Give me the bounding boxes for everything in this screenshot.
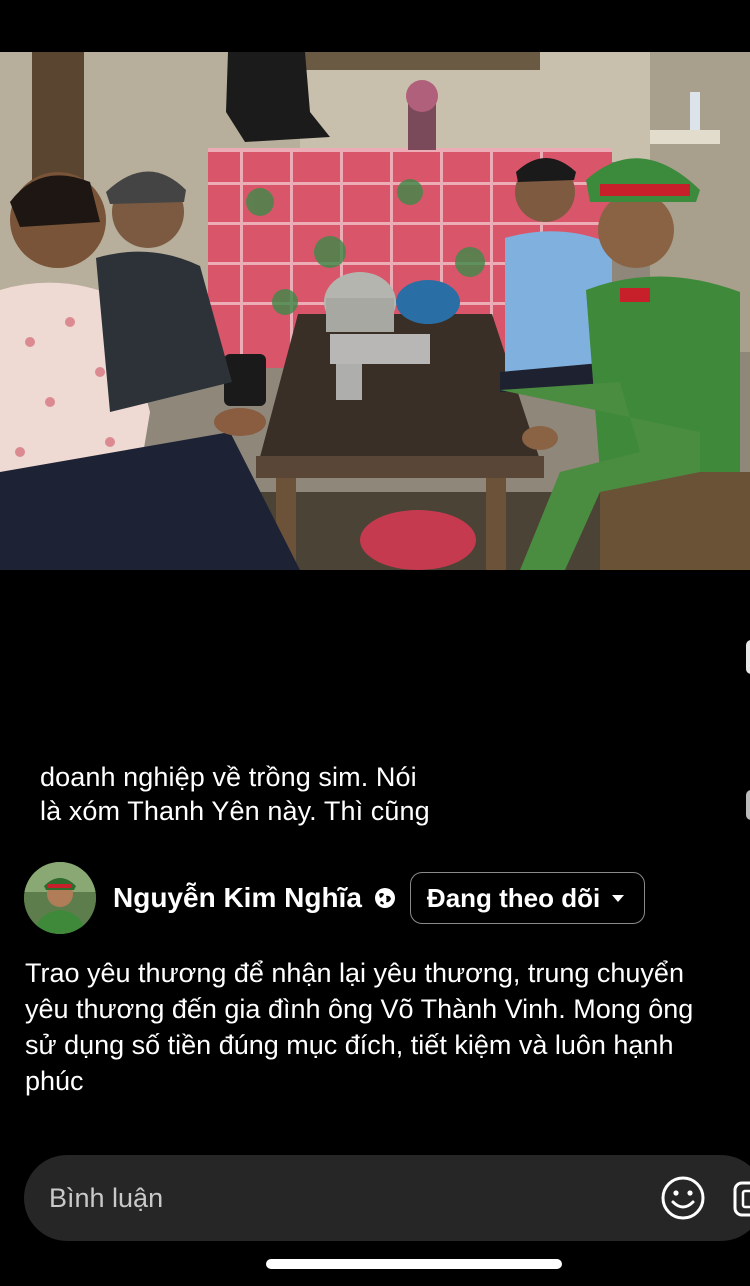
chevron-down-icon xyxy=(612,894,625,902)
caption-line-1: doanh nghiệp về trồng sim. Nói xyxy=(40,762,417,792)
smiley-icon[interactable] xyxy=(660,1175,706,1221)
globe-icon xyxy=(374,888,395,908)
comment-placeholder: Bình luận xyxy=(49,1183,164,1213)
video-caption: doanh nghiệp về trồng sim. Nói là xóm Th… xyxy=(40,760,560,828)
avatar[interactable] xyxy=(24,862,96,934)
video-scene xyxy=(0,52,750,570)
avatar-image xyxy=(24,862,96,934)
following-button-label: Đang theo dõi xyxy=(426,882,601,913)
author-name[interactable]: Nguyễn Kim Nghĩa xyxy=(113,882,362,914)
comment-input[interactable]: Bình luận xyxy=(24,1155,750,1241)
caption-line-2: là xóm Thanh Yên này. Thì cũng xyxy=(40,796,430,826)
video-frame[interactable] xyxy=(0,52,750,570)
following-button[interactable]: Đang theo dõi xyxy=(409,872,646,924)
gift-icon[interactable] xyxy=(732,1175,750,1221)
post-description: Trao yêu thương để nhận lại yêu thương, … xyxy=(25,958,694,1096)
author-row: Nguyễn Kim Nghĩa Đang theo dõi xyxy=(24,862,646,934)
side-control-edge-lower[interactable] xyxy=(746,790,750,820)
side-control-edge[interactable] xyxy=(746,640,750,674)
home-indicator[interactable] xyxy=(266,1259,562,1269)
